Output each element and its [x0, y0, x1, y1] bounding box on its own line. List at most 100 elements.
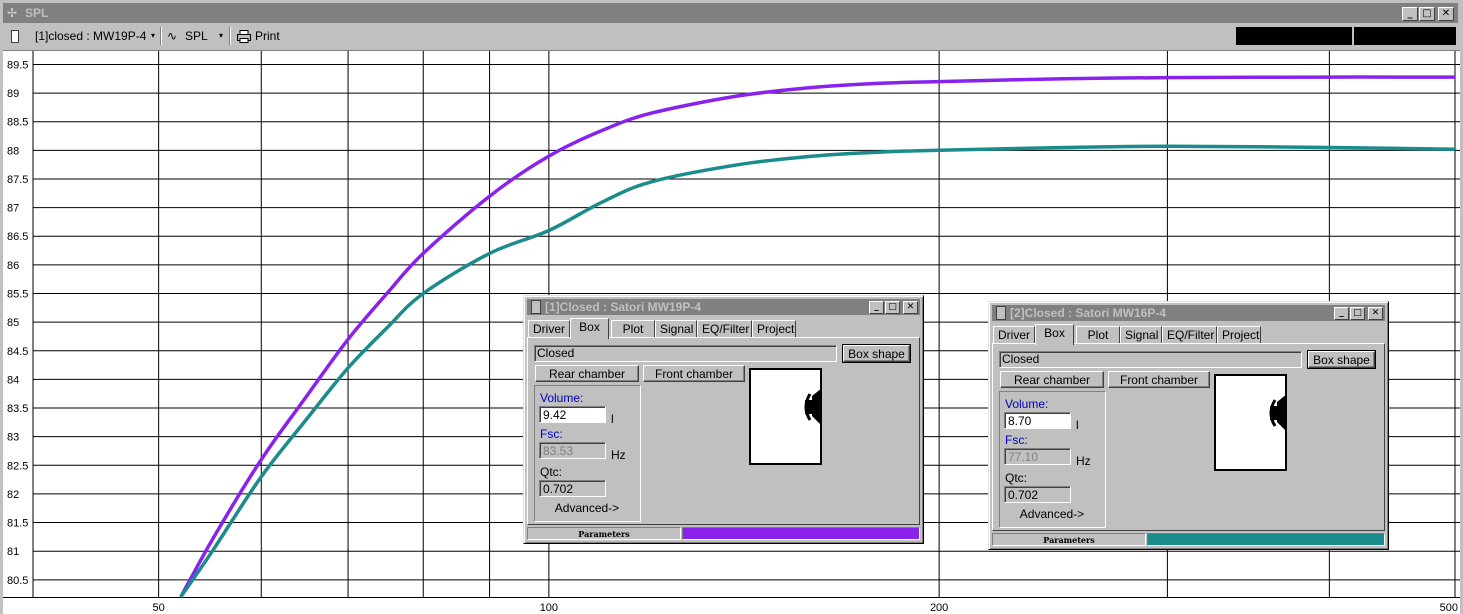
- dialog-title: [2]Closed : Satori MW16P-4: [1010, 306, 1167, 320]
- y-tick-label: 88.5: [7, 117, 28, 129]
- y-tick-label: 87: [7, 203, 19, 215]
- toolbar: [1]closed : MW19P-4 ▾ ∿ SPL ▾ Print: [3, 24, 1458, 50]
- fsc-unit: Hz: [1076, 454, 1091, 468]
- main-title-bar[interactable]: ✢ SPL _ □ ✕: [3, 3, 1458, 23]
- box-type-field: Closed: [534, 345, 837, 362]
- parameters-status: Parameters: [527, 527, 681, 540]
- close-button[interactable]: ✕: [903, 301, 918, 314]
- y-tick-label: 87.5: [7, 174, 28, 186]
- x-tick-label: 50: [153, 602, 165, 614]
- series-color-swatch: [1147, 533, 1385, 546]
- dialog-status-bar: Parameters: [992, 533, 1385, 546]
- advanced-button[interactable]: Advanced->: [1012, 506, 1092, 523]
- volume-unit: l: [1076, 418, 1079, 432]
- box-shape-preview: [749, 368, 822, 465]
- minimize-button[interactable]: _: [1334, 307, 1349, 320]
- speaker-icon: [531, 300, 541, 314]
- y-tick-label: 82.5: [7, 460, 28, 472]
- fsc-field: 83.53: [539, 442, 606, 459]
- dialog-title: [1]Closed : Satori MW19P-4: [545, 300, 702, 314]
- fsc-label: Fsc:: [540, 427, 563, 441]
- minimize-button[interactable]: _: [1402, 7, 1418, 21]
- tab-signal[interactable]: Signal: [655, 320, 697, 337]
- spl-curve-icon: ∿: [167, 29, 178, 43]
- driver-selector-combo[interactable]: [1]closed : MW19P-4 ▾: [7, 26, 157, 46]
- y-tick-label: 85: [7, 317, 19, 329]
- y-tick-label: 85.5: [7, 289, 28, 301]
- chevron-down-icon[interactable]: ▾: [219, 26, 223, 46]
- print-label: Print: [255, 29, 280, 43]
- x-tick-label: 100: [540, 602, 558, 614]
- enclosure-dialog-2: [2]Closed : Satori MW16P-4 _ □ ✕ Driver …: [988, 301, 1389, 550]
- fsc-field: 77.10: [1004, 448, 1071, 465]
- maximize-button[interactable]: □: [885, 301, 900, 314]
- y-tick-label: 88: [7, 145, 19, 157]
- speaker-driver-icon: [1269, 394, 1287, 432]
- tab-project[interactable]: Project: [1217, 326, 1261, 343]
- volume-label: Volume:: [540, 391, 584, 405]
- toolbar-separator: [229, 27, 231, 45]
- readout-box-right: [1354, 27, 1456, 45]
- app-icon: ✢: [7, 6, 18, 20]
- graph-selector-combo[interactable]: ∿ SPL ▾: [163, 26, 225, 46]
- enclosure-dialog-1: [1]Closed : Satori MW19P-4 _ □ ✕ Driver …: [523, 295, 924, 544]
- y-tick-label: 83.5: [7, 403, 28, 415]
- y-tick-label: 89.5: [7, 59, 28, 71]
- y-tick-label: 84.5: [7, 346, 28, 358]
- minimize-button[interactable]: _: [869, 301, 884, 314]
- tab-box[interactable]: Box: [570, 318, 609, 339]
- qtc-label: Qtc:: [540, 465, 563, 479]
- print-button[interactable]: Print: [235, 26, 290, 46]
- graph-selector-label: SPL: [185, 29, 208, 43]
- tab-driver[interactable]: Driver: [993, 326, 1035, 343]
- y-tick-label: 89: [7, 88, 19, 100]
- volume-field[interactable]: 8.70: [1004, 412, 1071, 429]
- driver-icon: [11, 30, 19, 43]
- box-shape-preview: [1214, 374, 1287, 471]
- volume-unit: l: [611, 412, 614, 426]
- tab-eq-filter[interactable]: EQ/Filter: [1162, 326, 1217, 343]
- y-tick-label: 86.5: [7, 231, 28, 243]
- tab-eq-filter[interactable]: EQ/Filter: [697, 320, 752, 337]
- tab-plot[interactable]: Plot: [1076, 326, 1120, 343]
- tab-plot[interactable]: Plot: [611, 320, 655, 337]
- speaker-icon: [996, 306, 1006, 320]
- maximize-button[interactable]: □: [1350, 307, 1365, 320]
- readout-box-left: [1236, 27, 1352, 45]
- box-shape-button[interactable]: Box shape: [1307, 350, 1376, 369]
- window-title: SPL: [25, 6, 49, 20]
- y-tick-label: 81.5: [7, 518, 28, 530]
- fsc-label: Fsc:: [1005, 433, 1028, 447]
- front-chamber-button[interactable]: Front chamber: [1108, 371, 1210, 388]
- tab-signal[interactable]: Signal: [1120, 326, 1162, 343]
- dialog-title-bar[interactable]: [2]Closed : Satori MW16P-4 _ □ ✕: [992, 305, 1385, 321]
- qtc-field: 0.702: [1004, 486, 1071, 503]
- close-button[interactable]: ✕: [1368, 307, 1383, 320]
- advanced-button[interactable]: Advanced->: [547, 500, 627, 517]
- tab-driver[interactable]: Driver: [528, 320, 570, 337]
- volume-label: Volume:: [1005, 397, 1049, 411]
- maximize-button[interactable]: □: [1419, 7, 1435, 21]
- toolbar-separator: [160, 27, 162, 45]
- box-shape-button[interactable]: Box shape: [842, 344, 911, 363]
- x-tick-label: 500: [1440, 602, 1458, 614]
- box-type-field: Closed: [999, 351, 1302, 368]
- qtc-label: Qtc:: [1005, 471, 1028, 485]
- dialog-status-bar: Parameters: [527, 527, 920, 540]
- parameters-status: Parameters: [992, 533, 1146, 546]
- tab-project[interactable]: Project: [752, 320, 796, 337]
- y-tick-label: 86: [7, 260, 19, 272]
- tab-box[interactable]: Box: [1035, 324, 1074, 345]
- front-chamber-button[interactable]: Front chamber: [643, 365, 745, 382]
- volume-field[interactable]: 9.42: [539, 406, 606, 423]
- driver-selector-label: [1]closed : MW19P-4: [35, 29, 147, 43]
- y-tick-label: 84: [7, 374, 19, 386]
- fsc-unit: Hz: [611, 448, 626, 462]
- y-tick-label: 83: [7, 432, 19, 444]
- y-tick-label: 80.5: [7, 575, 28, 587]
- chevron-down-icon[interactable]: ▾: [151, 26, 155, 46]
- close-button[interactable]: ✕: [1438, 7, 1454, 21]
- dialog-title-bar[interactable]: [1]Closed : Satori MW19P-4 _ □ ✕: [527, 299, 920, 315]
- rear-chamber-button[interactable]: Rear chamber: [1000, 371, 1104, 388]
- rear-chamber-button[interactable]: Rear chamber: [535, 365, 639, 382]
